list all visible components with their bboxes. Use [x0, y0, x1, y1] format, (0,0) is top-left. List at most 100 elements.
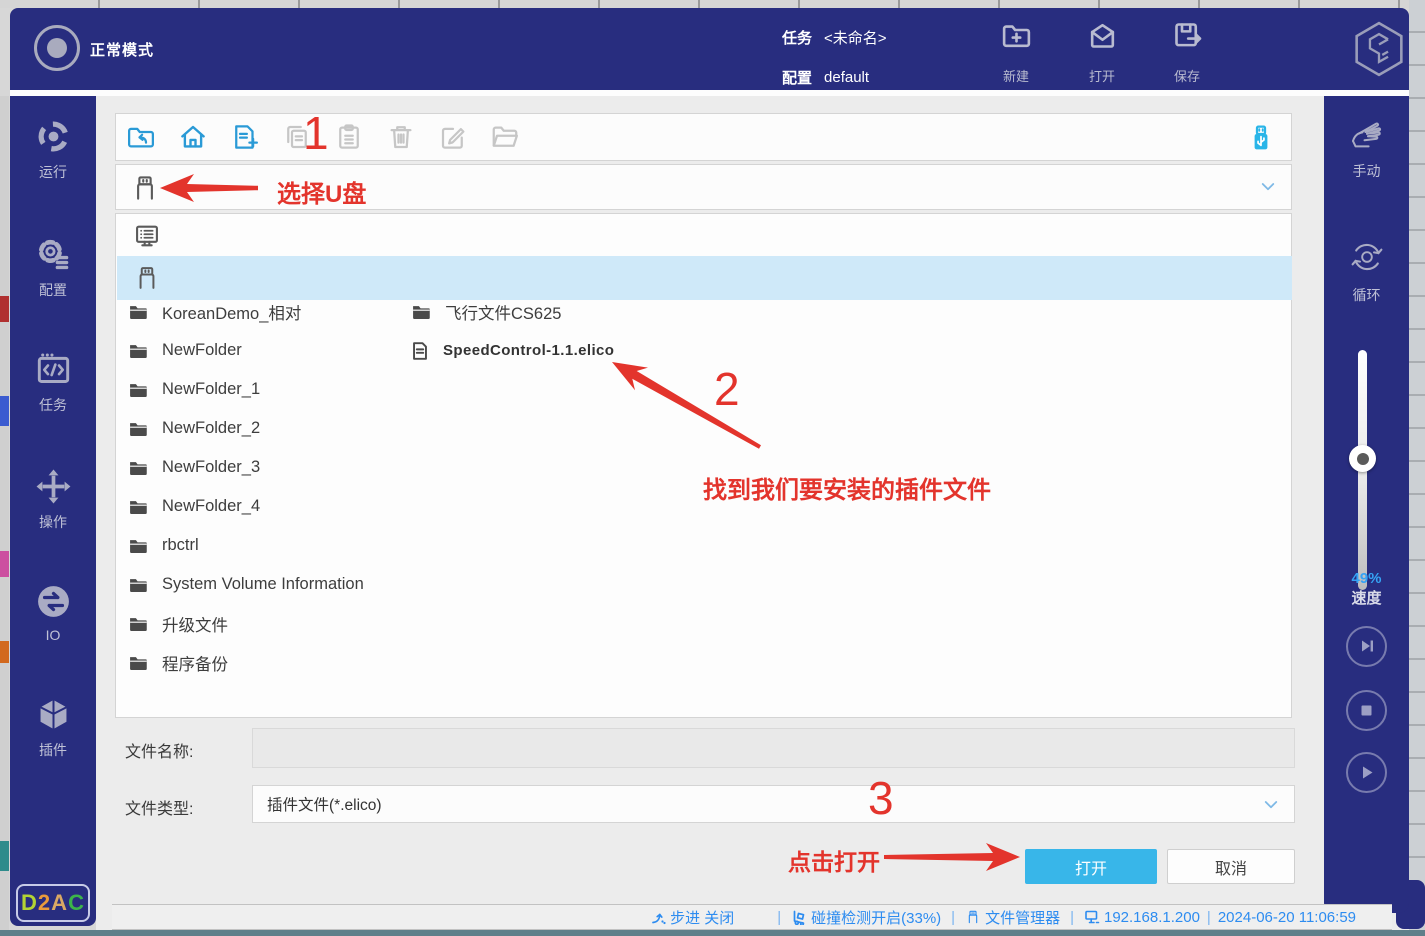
folder-row[interactable]: System Volume Information	[126, 565, 364, 604]
status-bar: 步进 关闭 | 碰撞检测开启(33%) | 文件管理器 | 192.168.1.…	[112, 904, 1392, 930]
folder-row[interactable]: rbctrl	[126, 526, 199, 565]
sidebar-item-run[interactable]: 运行	[10, 118, 96, 182]
screen: 正常模式 任务 <未命名> 配置 default 新建 打开 保存 运行	[0, 0, 1425, 936]
save-task-label: 保存	[1174, 66, 1200, 85]
copy-button[interactable]	[282, 122, 312, 152]
separator: |	[951, 909, 955, 926]
sidebar-item-label: 配置	[39, 280, 67, 300]
filename-input[interactable]	[252, 728, 1295, 768]
folder-row[interactable]: NewFolder_3	[126, 448, 260, 487]
sidebar-item-io[interactable]: IO	[10, 583, 96, 643]
usb-drive-icon	[133, 263, 161, 293]
folder-row[interactable]: NewFolder	[126, 331, 242, 370]
rename-button[interactable]	[438, 122, 468, 152]
folder-row[interactable]: 飞行文件CS625	[409, 292, 561, 331]
folder-row[interactable]: 程序备份	[126, 643, 228, 682]
play-icon	[1357, 763, 1376, 782]
background-bottom-strip	[0, 930, 1425, 936]
chevron-down-icon[interactable]	[1262, 796, 1280, 814]
open-button[interactable]: 打开	[1025, 849, 1157, 884]
new-file-button[interactable]	[230, 122, 260, 152]
back-button[interactable]	[126, 122, 156, 152]
step-forward-button[interactable]	[1346, 626, 1387, 667]
brand-letter: D	[21, 890, 38, 916]
folder-row[interactable]: 升级文件	[126, 604, 228, 643]
usb-device-button[interactable]	[1245, 122, 1277, 154]
mode-button[interactable]	[34, 25, 80, 71]
filemanager-status-label: 文件管理器	[985, 907, 1060, 928]
folder-row[interactable]: KoreanDemo_相对	[126, 292, 301, 331]
folder-open-icon	[490, 122, 520, 152]
skip-icon	[1357, 637, 1376, 656]
filetype-select[interactable]: 插件文件(*.elico)	[252, 785, 1295, 823]
new-folder-icon	[1000, 19, 1033, 52]
network-icon	[1084, 909, 1100, 925]
new-task-button[interactable]: 新建	[980, 19, 1052, 85]
folder-icon	[126, 575, 150, 595]
folder-row[interactable]: NewFolder_2	[126, 409, 260, 448]
task-value: <未命名>	[824, 27, 887, 48]
sidebar-item-label: 运行	[39, 162, 67, 182]
sidebar-item-task[interactable]: 任务	[10, 351, 96, 415]
folder-icon	[409, 302, 433, 322]
slider-handle-dot	[1357, 453, 1369, 465]
usb-drive-icon	[965, 909, 981, 925]
filemanager-status[interactable]: 文件管理器	[965, 907, 1060, 928]
computer-icon	[133, 221, 161, 251]
step-status-label: 步进 关闭	[670, 907, 734, 928]
list-item-local-computer[interactable]	[117, 216, 1292, 256]
sidebar-item-operate[interactable]: 操作	[10, 468, 96, 532]
edit-pencil-icon	[438, 122, 468, 152]
config-row: 配置 default	[782, 67, 869, 88]
file-list: KoreanDemo_相对 NewFolder NewFolder_1 NewF…	[115, 213, 1292, 718]
open-task-label: 打开	[1089, 66, 1115, 85]
sidebar-item-label: IO	[46, 627, 61, 643]
collision-status-label: 碰撞检测开启(33%)	[811, 907, 941, 928]
background-top-strip	[0, 0, 1425, 8]
open-task-button[interactable]: 打开	[1066, 19, 1138, 85]
folder-row[interactable]: NewFolder_1	[126, 370, 260, 409]
sidebar-item-loop[interactable]: 循环	[1324, 236, 1409, 305]
folder-row[interactable]: NewFolder_4	[126, 487, 260, 526]
desktop-edge-artifacts	[0, 96, 9, 936]
paste-button[interactable]	[334, 122, 364, 152]
network-status: 192.168.1.200	[1084, 909, 1200, 926]
speed-label: 速度	[1324, 587, 1409, 608]
home-icon	[178, 122, 208, 152]
folder-icon	[126, 380, 150, 400]
separator: |	[1070, 909, 1074, 926]
sidebar-item-label: 任务	[39, 395, 67, 415]
step-status[interactable]: 步进 关闭	[650, 907, 734, 928]
divider	[10, 90, 1409, 96]
hand-icon	[1344, 114, 1390, 154]
speed-slider-handle[interactable]	[1349, 445, 1376, 472]
move-arrows-icon	[35, 468, 72, 505]
drive-selector[interactable]	[115, 164, 1292, 210]
brand-letter: A	[51, 890, 68, 916]
folder-icon	[126, 614, 150, 634]
open-folder-button[interactable]	[490, 122, 520, 152]
right-sidebar: 手动 循环 49% 速度	[1324, 96, 1409, 913]
chevron-down-icon[interactable]	[1259, 178, 1277, 196]
brand-cube-logo-icon	[1348, 18, 1410, 80]
filetype-value: 插件文件(*.elico)	[267, 793, 382, 815]
delete-button[interactable]	[386, 122, 416, 152]
sidebar-item-manual[interactable]: 手动	[1324, 114, 1409, 181]
play-button[interactable]	[1346, 752, 1387, 793]
config-value: default	[824, 69, 869, 86]
plugin-file-item[interactable]: SpeedControl-1.1.elico	[409, 331, 614, 370]
home-button[interactable]	[178, 122, 208, 152]
usb-drive-icon	[130, 172, 160, 204]
sidebar-item-label: 循环	[1353, 285, 1381, 305]
sidebar-item-label: 插件	[39, 740, 67, 760]
collision-status[interactable]: 碰撞检测开启(33%)	[791, 907, 941, 928]
filetype-label: 文件类型:	[125, 795, 193, 819]
task-row: 任务 <未命名>	[782, 27, 887, 48]
sidebar-item-plugin[interactable]: 插件	[10, 696, 96, 760]
sidebar-item-config[interactable]: 配置	[10, 236, 96, 300]
io-arrows-icon	[35, 583, 72, 620]
cancel-button[interactable]: 取消	[1167, 849, 1295, 884]
stop-button[interactable]	[1346, 690, 1387, 731]
save-task-button[interactable]: 保存	[1151, 19, 1223, 85]
run-target-icon	[35, 118, 72, 155]
